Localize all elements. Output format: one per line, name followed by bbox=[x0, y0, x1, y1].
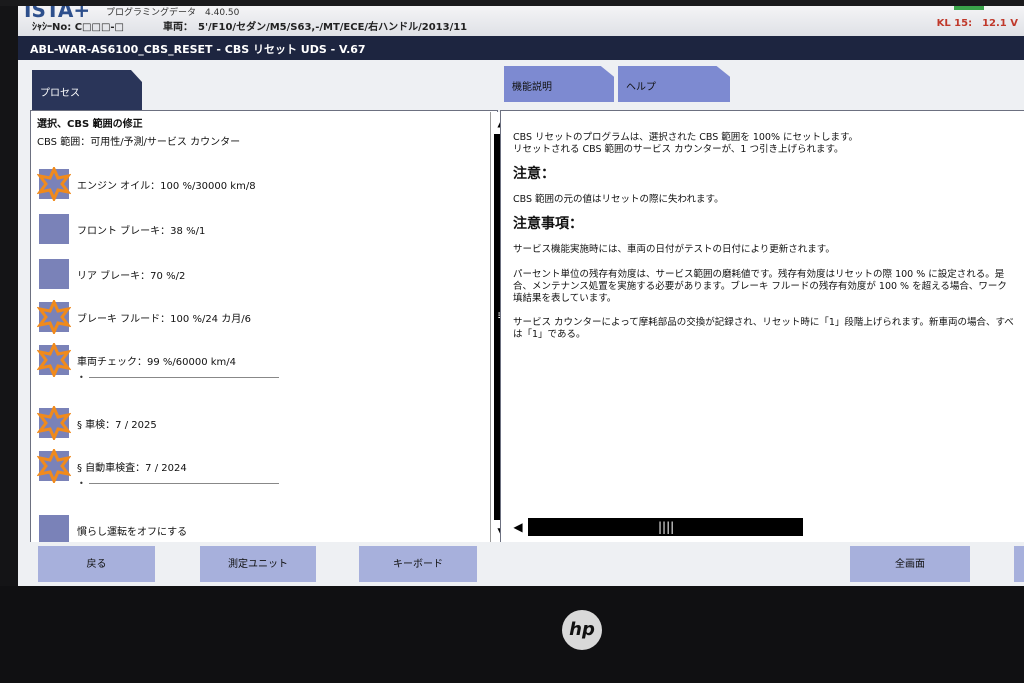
chassis-number: ｼｬｼｰNo: C□□□-□ bbox=[32, 22, 125, 33]
star-icon bbox=[37, 406, 71, 440]
tab-help[interactable]: ヘルプ bbox=[618, 66, 730, 102]
cbs-item-label: リア ブレーキ：70 %/2 bbox=[77, 271, 186, 282]
divider-line bbox=[89, 377, 279, 378]
cbs-item-label: 車両チェック：99 %/60000 km/4 bbox=[77, 357, 237, 368]
grip-icon: |||| bbox=[658, 520, 675, 534]
tab-function-label: 機能説明 bbox=[512, 82, 552, 93]
cbs-item-label: フロント ブレーキ：38 %/1 bbox=[77, 226, 206, 237]
help-heading-notes: 注意事項： bbox=[513, 216, 583, 232]
extra-button[interactable] bbox=[1014, 546, 1024, 582]
vehicle-info: 車両： 5'/F10/セダン/M5/S63,-/MT/ECE/右ハンドル/201… bbox=[163, 22, 468, 33]
help-heading-note: 注意： bbox=[513, 166, 555, 182]
star-icon bbox=[37, 167, 71, 201]
screen: ISTA+ プログラミングデータ 4.40.50 ｼｬｼｰNo: C□□□-□ … bbox=[18, 6, 1024, 586]
help-paragraph: サービス機能実施時には、車両の日付がテストの日付により更新されます。 bbox=[513, 244, 835, 255]
program-data: プログラミングデータ 4.40.50 bbox=[106, 8, 240, 18]
scroll-left-icon[interactable]: ◀ bbox=[508, 516, 528, 538]
star-icon bbox=[37, 300, 71, 334]
tab-process[interactable]: プロセス bbox=[32, 70, 142, 110]
cbs-item-label: § 車検：7 / 2025 bbox=[77, 420, 157, 431]
panel-heading: 選択、CBS 範囲の修正 bbox=[37, 119, 143, 130]
cbs-item-bullet: • bbox=[79, 479, 84, 488]
bezel-left bbox=[0, 6, 18, 586]
bottom-button-bar: 戻る 測定ユニット キーボード 全画面 bbox=[18, 542, 1024, 586]
help-paragraph: リセットされる CBS 範囲のサービス カウンターが、1 つ引き上げられます。 bbox=[513, 144, 844, 155]
window-title-bar: ABL-WAR-AS6100_CBS_RESET - CBS リセット UDS … bbox=[18, 36, 1024, 60]
help-paragraph: CBS 範囲の元の値はリセットの際に失われます。 bbox=[513, 194, 724, 205]
fullscreen-button[interactable]: 全画面 bbox=[850, 546, 970, 582]
kl15-voltage: KL 15: 12.1 V bbox=[936, 18, 1018, 29]
star-icon bbox=[37, 343, 71, 377]
keyboard-button[interactable]: キーボード bbox=[359, 546, 477, 582]
help-paragraph: は「1」である。 bbox=[513, 329, 586, 340]
measurement-unit-button[interactable]: 測定ユニット bbox=[200, 546, 316, 582]
blank-icon bbox=[39, 515, 69, 545]
bezel-bottom bbox=[0, 586, 1024, 683]
divider-line bbox=[89, 483, 279, 484]
blank-icon bbox=[39, 214, 69, 244]
help-text-panel: CBS リセットのプログラムは、選択された CBS 範囲を 100% にセットし… bbox=[500, 110, 1024, 544]
window-title: ABL-WAR-AS6100_CBS_RESET - CBS リセット UDS … bbox=[30, 43, 366, 56]
star-icon bbox=[37, 449, 71, 483]
horizontal-scrollbar[interactable]: ◀ |||| bbox=[508, 516, 803, 538]
cbs-item-label: ブレーキ フルード：100 %/24 カ月/6 bbox=[77, 314, 251, 325]
back-button[interactable]: 戻る bbox=[38, 546, 155, 582]
cbs-item-label: § 自動車検査：7 / 2024 bbox=[77, 463, 187, 474]
battery-indicator bbox=[954, 6, 984, 10]
tab-process-label: プロセス bbox=[40, 88, 80, 99]
cbs-list-panel: 選択、CBS 範囲の修正 CBS 範囲：可用性/予測/サービス カウンター エン… bbox=[30, 110, 498, 545]
scroll-thumb-horizontal[interactable]: |||| bbox=[528, 518, 803, 536]
cbs-item-label: 慣らし運転をオフにする bbox=[77, 527, 188, 538]
blank-icon bbox=[39, 259, 69, 289]
help-paragraph: 填結果を表しています。 bbox=[513, 293, 617, 304]
panel-subheading: CBS 範囲：可用性/予測/サービス カウンター bbox=[37, 137, 241, 148]
hp-logo: hp bbox=[562, 610, 602, 650]
top-bar: ISTA+ プログラミングデータ 4.40.50 ｼｬｼｰNo: C□□□-□ … bbox=[18, 6, 1024, 37]
help-paragraph: サービス カウンターによって摩耗部品の交換が記録され、リセット時に「1」段階上げ… bbox=[513, 317, 1014, 328]
cbs-item-bullet: • bbox=[79, 373, 84, 382]
tab-function-description[interactable]: 機能説明 bbox=[504, 66, 614, 102]
cbs-item-label: エンジン オイル：100 %/30000 km/8 bbox=[77, 181, 256, 192]
tab-help-label: ヘルプ bbox=[626, 82, 656, 93]
